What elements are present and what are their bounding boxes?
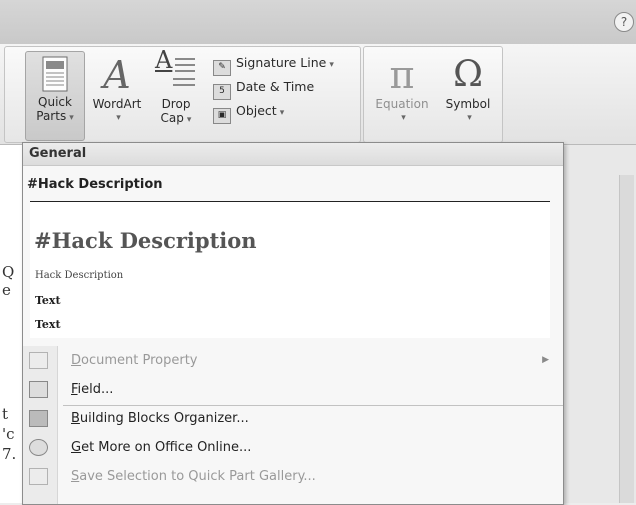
drop-cap-label-2: Cap bbox=[160, 111, 184, 125]
equation-label: Equation bbox=[375, 97, 429, 111]
document-area[interactable]: Q e t 'c 7. bbox=[0, 145, 22, 503]
signature-line-label: Signature Line bbox=[236, 55, 327, 70]
chevron-down-icon: ▾ bbox=[69, 113, 74, 123]
document-text-fragment: e bbox=[2, 281, 11, 299]
preview-text-2: Text bbox=[35, 318, 61, 331]
chevron-down-icon: ▾ bbox=[279, 108, 285, 118]
menu-item-label: ield... bbox=[77, 382, 114, 397]
calendar-icon: 5 bbox=[213, 84, 231, 100]
chevron-down-icon: ▾ bbox=[116, 113, 121, 123]
title-bar: ? bbox=[0, 0, 636, 45]
submenu-arrow-icon: ▶ bbox=[542, 355, 549, 365]
gallery-category-header: General bbox=[23, 143, 563, 166]
document-text-fragment: t bbox=[2, 405, 9, 423]
menu-item-label: et More on Office Online... bbox=[81, 440, 252, 455]
vertical-scrollbar[interactable] bbox=[619, 175, 634, 503]
signature-pen-icon: ✎ bbox=[213, 60, 231, 76]
drop-cap-icon: A bbox=[155, 46, 195, 86]
drop-cap-button[interactable]: A Drop Cap ▾ bbox=[151, 46, 201, 127]
field-icon bbox=[29, 381, 48, 398]
equation-button[interactable]: π Equation ▾ bbox=[368, 53, 436, 125]
preview-text-1: Text bbox=[35, 294, 61, 307]
quick-parts-menu: Document Property ▶ Field... Building Bl… bbox=[23, 346, 563, 491]
building-blocks-icon bbox=[29, 410, 48, 427]
wordart-icon: A bbox=[103, 53, 131, 97]
chevron-down-icon: ▾ bbox=[467, 113, 472, 123]
date-time-button[interactable]: 5 Date & Time bbox=[213, 77, 315, 100]
accesskey-d: D bbox=[71, 353, 82, 368]
menu-item-label: ocument Property bbox=[81, 353, 198, 368]
object-button[interactable]: ▣ Object ▾ bbox=[213, 101, 285, 124]
chevron-down-icon: ▾ bbox=[401, 113, 406, 123]
document-text-fragment: 'c bbox=[2, 425, 15, 443]
menu-item-building-blocks-organizer[interactable]: Building Blocks Organizer... bbox=[23, 404, 563, 433]
chevron-down-icon: ▾ bbox=[329, 60, 334, 70]
ribbon: Quick Parts ▾ A WordArt ▾ A Drop Cap ▾ ✎… bbox=[0, 44, 636, 145]
menu-separator bbox=[63, 405, 563, 406]
document-text-fragment: Q bbox=[2, 263, 15, 281]
help-button[interactable]: ? bbox=[614, 12, 634, 32]
office-online-icon bbox=[29, 439, 48, 456]
save-selection-icon bbox=[29, 468, 48, 485]
text-group: Quick Parts ▾ A WordArt ▾ A Drop Cap ▾ ✎… bbox=[4, 46, 361, 143]
gallery-item-title: #Hack Description bbox=[27, 177, 163, 192]
menu-item-save-selection[interactable]: Save Selection to Quick Part Gallery... bbox=[23, 462, 563, 491]
menu-item-get-more-online[interactable]: Get More on Office Online... bbox=[23, 433, 563, 462]
quick-parts-dropdown: General #Hack Description #Hack Descript… bbox=[22, 142, 564, 505]
quick-parts-label: Quick bbox=[38, 95, 72, 109]
drop-cap-label: Drop bbox=[161, 97, 191, 111]
wordart-label: WordArt bbox=[92, 97, 142, 111]
accesskey-g: G bbox=[71, 440, 82, 455]
wordart-button[interactable]: A WordArt ▾ bbox=[85, 53, 149, 125]
object-label: Object bbox=[236, 103, 277, 118]
symbols-group: π Equation ▾ Ω Symbol ▾ bbox=[363, 46, 503, 143]
preview-subtitle: Hack Description bbox=[35, 270, 124, 281]
menu-item-field[interactable]: Field... bbox=[23, 375, 563, 404]
quick-parts-button[interactable]: Quick Parts ▾ bbox=[25, 51, 85, 141]
date-time-label: Date & Time bbox=[236, 79, 315, 94]
menu-item-document-property[interactable]: Document Property ▶ bbox=[23, 346, 563, 375]
right-panel bbox=[564, 145, 636, 503]
pi-icon: π bbox=[389, 53, 415, 97]
menu-item-label: uilding Blocks Organizer... bbox=[79, 411, 249, 426]
object-icon: ▣ bbox=[213, 108, 231, 124]
symbol-label: Symbol bbox=[445, 97, 491, 111]
quick-parts-icon bbox=[42, 56, 68, 92]
quick-parts-label-2: Parts bbox=[36, 109, 67, 123]
omega-icon: Ω bbox=[453, 54, 483, 95]
signature-line-button[interactable]: ✎ Signature Line ▾ bbox=[213, 53, 334, 76]
menu-item-label: ave Selection to Quick Part Gallery... bbox=[79, 469, 316, 484]
accesskey-b: B bbox=[71, 411, 80, 426]
symbol-button[interactable]: Ω Symbol ▾ bbox=[440, 53, 496, 125]
document-property-icon bbox=[29, 352, 48, 369]
gallery-item-preview[interactable]: #Hack Description Hack Description Text … bbox=[30, 201, 550, 338]
chevron-down-icon: ▾ bbox=[186, 115, 192, 125]
preview-heading: #Hack Description bbox=[34, 228, 257, 253]
document-text-fragment: 7. bbox=[2, 445, 17, 463]
